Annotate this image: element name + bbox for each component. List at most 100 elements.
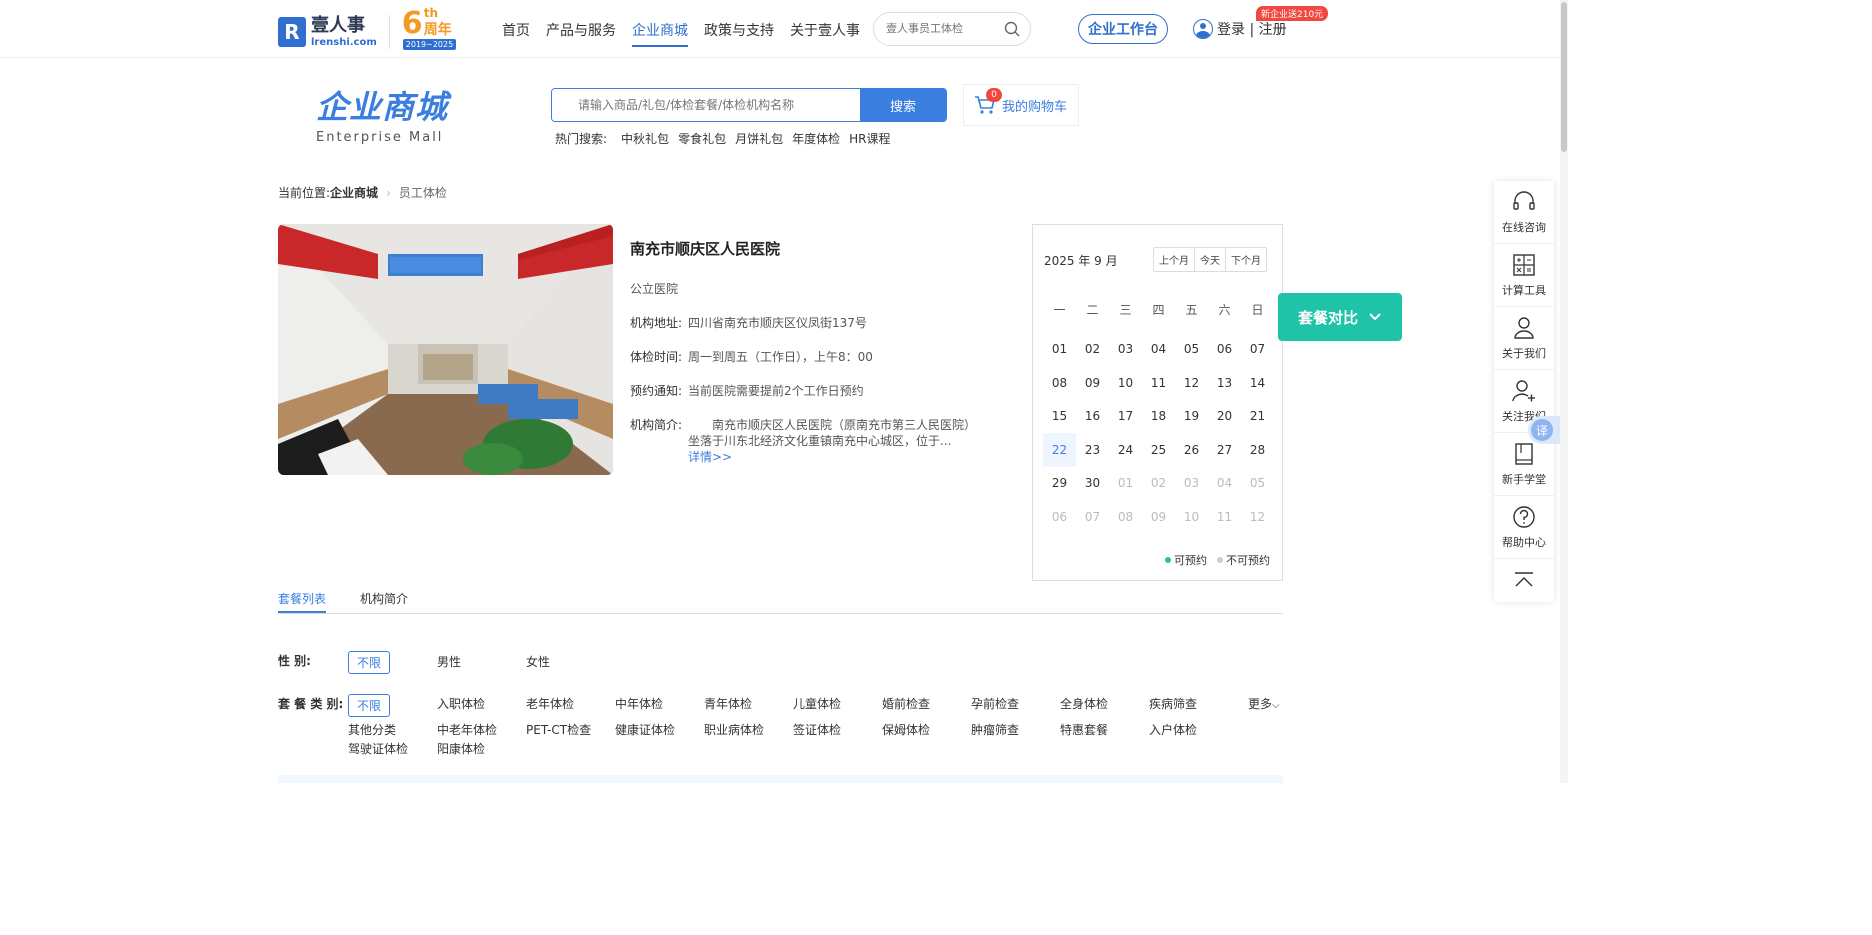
hot-search-item[interactable]: 年度体检 xyxy=(792,130,840,147)
tab-institution-intro[interactable]: 机构简介 xyxy=(360,590,408,613)
category-option[interactable]: 健康证体检 xyxy=(615,721,675,738)
headset-icon xyxy=(1513,191,1535,210)
category-option[interactable]: 肿瘤筛查 xyxy=(971,721,1019,738)
breadcrumb-mall[interactable]: 企业商城 xyxy=(330,184,378,201)
calendar-day[interactable]: 22 xyxy=(1043,433,1076,467)
category-option[interactable]: 孕前检查 xyxy=(971,695,1019,712)
hot-search-item[interactable]: 中秋礼包 xyxy=(621,130,669,147)
tab-package-list[interactable]: 套餐列表 xyxy=(278,590,327,613)
calendar-weekday: 日 xyxy=(1251,302,1264,317)
category-option[interactable]: 入职体检 xyxy=(437,695,485,712)
sidebar-online-consult[interactable]: 在线咨询 xyxy=(1494,181,1554,244)
nav-products[interactable]: 产品与服务 xyxy=(546,20,616,47)
nav-mall[interactable]: 企业商城 xyxy=(632,20,688,47)
workbench-button[interactable]: 企业工作台 xyxy=(1078,14,1168,44)
calendar-day[interactable]: 23 xyxy=(1076,433,1109,467)
calendar-day[interactable]: 26 xyxy=(1175,433,1208,467)
calendar-day[interactable]: 10 xyxy=(1109,366,1142,400)
category-more-button[interactable]: 更多⌵ xyxy=(1248,695,1280,712)
calculator-icon xyxy=(1513,254,1535,276)
calendar-day: 10 xyxy=(1183,509,1200,524)
category-option[interactable]: 中老年体检 xyxy=(437,721,497,738)
calendar-day[interactable]: 11 xyxy=(1142,366,1175,400)
search-icon[interactable] xyxy=(1004,21,1020,37)
hot-search-item[interactable]: HR课程 xyxy=(849,130,890,147)
hot-search-item[interactable]: 月饼礼包 xyxy=(735,130,783,147)
category-option[interactable]: 中年体检 xyxy=(615,695,663,712)
scrollbar-thumb[interactable] xyxy=(1561,2,1567,152)
category-option[interactable]: 儿童体检 xyxy=(793,695,841,712)
hospital-details-link[interactable]: 详情>> xyxy=(688,449,973,465)
calendar-day[interactable]: 13 xyxy=(1208,366,1241,400)
login-register-label[interactable]: 登录 | 注册 xyxy=(1217,19,1287,39)
category-option[interactable]: 驾驶证体检 xyxy=(348,740,408,757)
translate-button[interactable]: 译 xyxy=(1528,416,1560,444)
mall-search-input[interactable] xyxy=(552,89,862,121)
category-option[interactable]: 入户体检 xyxy=(1149,721,1197,738)
calendar-day[interactable]: 30 xyxy=(1076,467,1109,501)
category-option[interactable]: 签证体检 xyxy=(793,721,841,738)
back-to-top-button[interactable] xyxy=(1494,559,1554,599)
calendar-day[interactable]: 18 xyxy=(1142,400,1175,434)
calendar-day[interactable]: 24 xyxy=(1109,433,1142,467)
site-logo[interactable]: R 壹人事 lrenshi.com 6 th 周年 2019~2025 xyxy=(278,6,457,52)
calendar-day[interactable]: 14 xyxy=(1241,366,1274,400)
category-option[interactable]: 婚前检查 xyxy=(882,695,930,712)
calendar-day[interactable]: 06 xyxy=(1208,333,1241,367)
calendar-day[interactable]: 01 xyxy=(1043,333,1076,367)
category-option[interactable]: 青年体检 xyxy=(704,695,752,712)
category-option[interactable]: 保姆体检 xyxy=(882,721,930,738)
calendar-prev-month[interactable]: 上个月 xyxy=(1154,248,1195,271)
category-option[interactable]: 阳康体检 xyxy=(437,740,485,757)
category-option[interactable]: 疾病筛查 xyxy=(1149,695,1197,712)
calendar-day[interactable]: 12 xyxy=(1175,366,1208,400)
nav-about[interactable]: 关于壹人事 xyxy=(790,20,860,47)
calendar-weekday: 一 xyxy=(1053,302,1066,317)
calendar-next-month[interactable]: 下个月 xyxy=(1226,248,1266,271)
calendar-day[interactable]: 16 xyxy=(1076,400,1109,434)
calendar-day[interactable]: 27 xyxy=(1208,433,1241,467)
category-option[interactable]: 全身体检 xyxy=(1060,695,1108,712)
calendar-day[interactable]: 02 xyxy=(1076,333,1109,367)
calendar-day[interactable]: 03 xyxy=(1109,333,1142,367)
main-nav: 首页 产品与服务 企业商城 政策与支持 关于壹人事 xyxy=(502,20,876,47)
calendar-day[interactable]: 07 xyxy=(1241,333,1274,367)
cart-button[interactable]: 我的购物车 xyxy=(963,84,1079,126)
category-option[interactable]: 老年体检 xyxy=(526,695,574,712)
nav-policy[interactable]: 政策与支持 xyxy=(704,20,774,47)
category-option[interactable]: 特惠套餐 xyxy=(1060,721,1108,738)
calendar-day[interactable]: 17 xyxy=(1109,400,1142,434)
calendar-day[interactable]: 15 xyxy=(1043,400,1076,434)
sidebar-help-center[interactable]: 帮助中心 xyxy=(1494,496,1554,559)
back-to-top-icon xyxy=(1515,572,1533,587)
gender-option-female[interactable]: 女性 xyxy=(526,653,550,670)
user-icon xyxy=(1193,19,1213,39)
calendar-day[interactable]: 19 xyxy=(1175,400,1208,434)
calendar-day[interactable]: 25 xyxy=(1142,433,1175,467)
package-compare-button[interactable]: 套餐对比 xyxy=(1278,293,1402,341)
category-option-any[interactable]: 不限 xyxy=(348,694,390,717)
calendar-day[interactable]: 05 xyxy=(1175,333,1208,367)
calendar-day[interactable]: 04 xyxy=(1142,333,1175,367)
calendar-day: 09 xyxy=(1150,509,1167,524)
calendar-day[interactable]: 28 xyxy=(1241,433,1274,467)
calendar-day[interactable]: 09 xyxy=(1076,366,1109,400)
sidebar-about-us[interactable]: 关于我们 xyxy=(1494,307,1554,370)
sidebar-calc-tools[interactable]: 计算工具 xyxy=(1494,244,1554,307)
calendar-day[interactable]: 20 xyxy=(1208,400,1241,434)
calendar-day[interactable]: 08 xyxy=(1043,366,1076,400)
mall-search-button[interactable]: 搜索 xyxy=(860,89,946,121)
page-scrollbar[interactable] xyxy=(1560,0,1568,783)
calendar-day[interactable]: 29 xyxy=(1043,467,1076,501)
category-option[interactable]: 职业病体检 xyxy=(704,721,764,738)
calendar-today[interactable]: 今天 xyxy=(1195,248,1226,271)
category-option[interactable]: 其他分类 xyxy=(348,721,396,738)
top-search-input[interactable] xyxy=(886,22,996,35)
gender-option-any[interactable]: 不限 xyxy=(348,651,390,674)
login-register[interactable]: 登录 | 注册 xyxy=(1193,19,1287,39)
calendar-day[interactable]: 21 xyxy=(1241,400,1274,434)
gender-option-male[interactable]: 男性 xyxy=(437,653,461,670)
nav-home[interactable]: 首页 xyxy=(502,20,530,47)
hot-search-item[interactable]: 零食礼包 xyxy=(678,130,726,147)
category-option[interactable]: PET-CT检查 xyxy=(526,721,591,738)
